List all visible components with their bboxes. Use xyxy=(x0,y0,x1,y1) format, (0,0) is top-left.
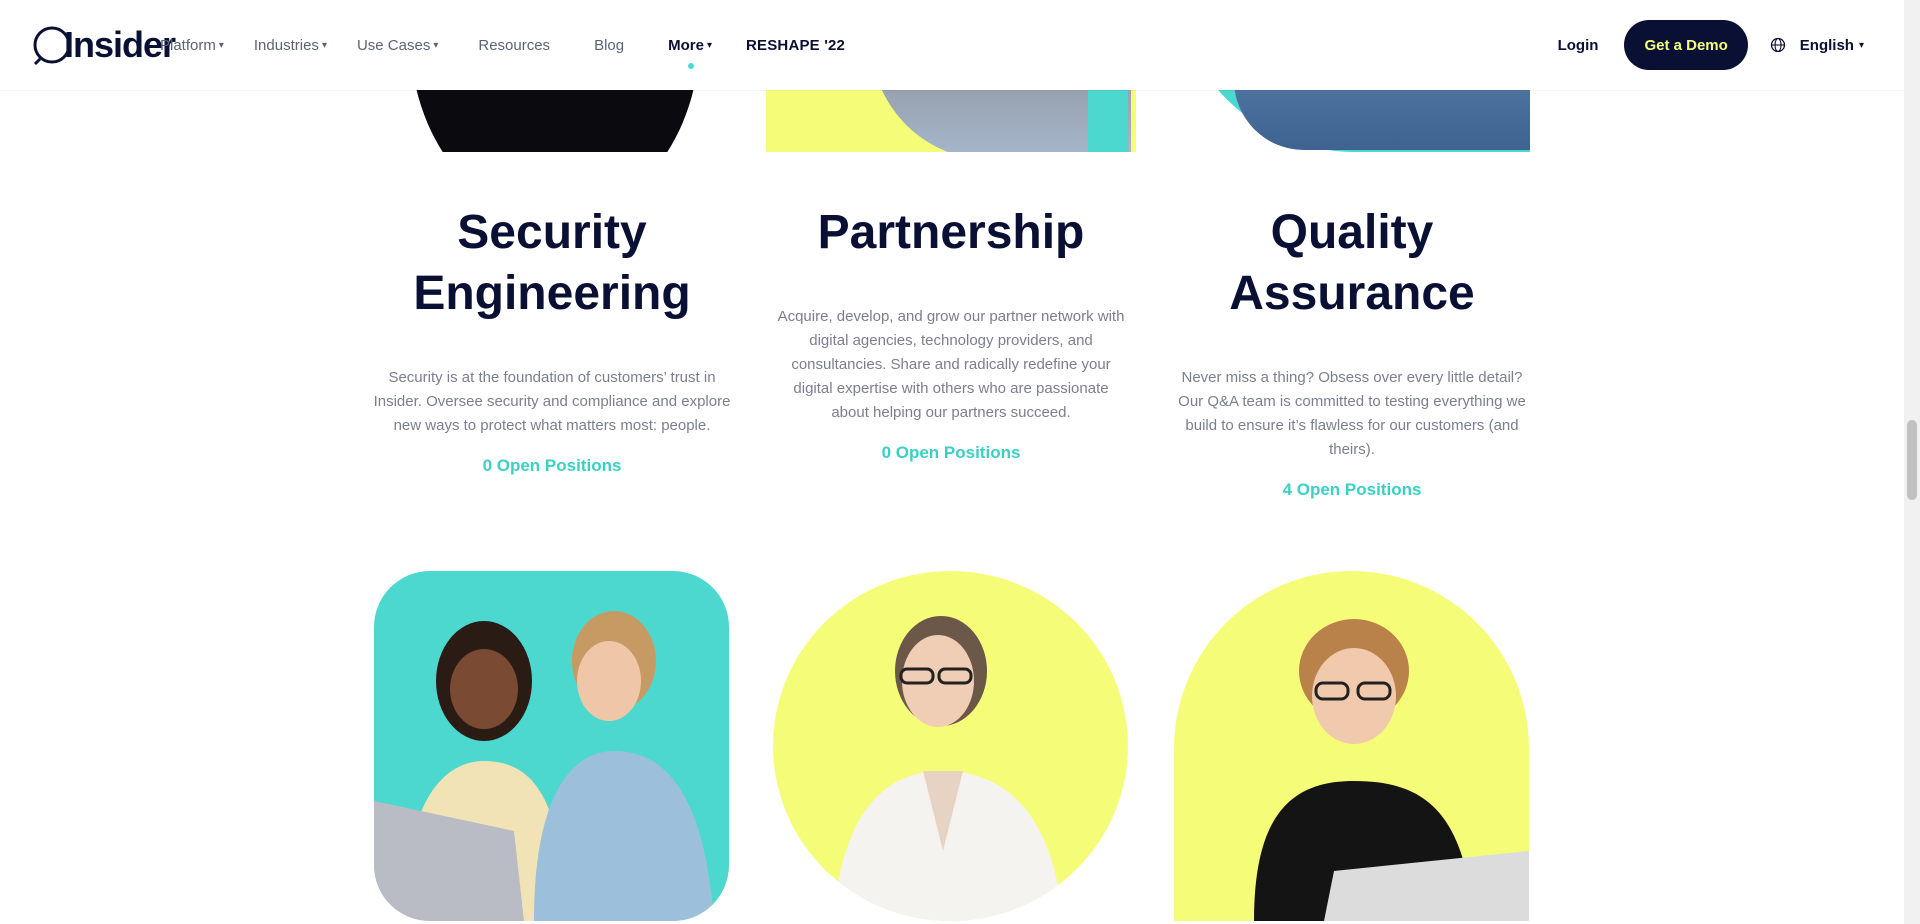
nav-platform[interactable]: Platform ▾ xyxy=(160,37,224,54)
scrollbar-thumb[interactable] xyxy=(1907,420,1917,500)
logo-text: Insider xyxy=(64,24,176,65)
card-description: Never miss a thing? Obsess over every li… xyxy=(1178,369,1526,458)
nav-industries[interactable]: Industries ▾ xyxy=(254,37,327,54)
card-title: Security Engineering xyxy=(362,202,742,324)
open-positions-link[interactable]: 4 Open Positions xyxy=(1162,480,1542,500)
nav-more[interactable]: More ▾ xyxy=(668,36,712,69)
caret-down-icon: ▾ xyxy=(321,39,327,51)
card-title: Quality Assurance xyxy=(1162,202,1542,324)
nav-industries-label: Industries xyxy=(253,36,319,54)
nav-reshape[interactable]: RESHAPE '22 xyxy=(746,37,845,54)
smiling-woman-illustration xyxy=(1254,619,1529,921)
nav-use-cases[interactable]: Use Cases ▾ xyxy=(357,37,438,54)
team-photo-two-women xyxy=(374,571,729,921)
card-description: Security is at the foundation of custome… xyxy=(373,369,731,434)
card-title-line: Security xyxy=(457,206,647,259)
card-title-line: Assurance xyxy=(1229,267,1475,320)
language-selector[interactable]: English ▾ xyxy=(1770,37,1864,54)
team-photo-woman-glasses xyxy=(773,571,1128,921)
header-actions: Login Get a Demo English ▾ xyxy=(1558,0,1864,90)
page-scrollbar[interactable] xyxy=(1904,0,1920,924)
nav-reshape-label: RESHAPE '22 xyxy=(745,36,846,54)
card-title-line: Quality xyxy=(1270,206,1434,259)
nav-resources-label: Resources xyxy=(478,36,551,54)
active-indicator-dot xyxy=(688,62,695,69)
card-title-line: Partnership xyxy=(817,206,1085,259)
nav-platform-label: Platform xyxy=(160,36,216,54)
nav-blog[interactable]: Blog xyxy=(594,37,624,54)
card-description: Acquire, develop, and grow our partner n… xyxy=(777,308,1125,421)
card-title-line: Engineering xyxy=(413,267,691,320)
globe-icon xyxy=(1770,37,1785,53)
main-nav: Platform ▾ Industries ▾ Use Cases ▾ Reso… xyxy=(160,0,875,90)
nav-use-cases-label: Use Cases xyxy=(356,36,431,54)
card-title: Partnership xyxy=(761,202,1141,263)
card-partnership: Partnership Acquire, develop, and grow o… xyxy=(761,202,1141,463)
open-positions-link[interactable]: 0 Open Positions xyxy=(761,443,1141,463)
nav-blog-label: Blog xyxy=(594,36,625,54)
site-header: Insider Platform ▾ Industries ▾ Use Case… xyxy=(0,0,1904,90)
team-photo-smiling-woman xyxy=(1174,571,1529,921)
two-women-illustration xyxy=(374,611,714,921)
nav-resources[interactable]: Resources xyxy=(478,37,550,54)
card-quality-assurance: Quality Assurance Never miss a thing? Ob… xyxy=(1162,202,1542,500)
caret-down-icon: ▾ xyxy=(433,39,439,51)
login-link[interactable]: Login xyxy=(1558,37,1599,54)
open-positions-link[interactable]: 0 Open Positions xyxy=(362,456,742,476)
woman-portrait-illustration xyxy=(833,616,1063,921)
language-label: English xyxy=(1799,36,1854,54)
nav-more-label: More xyxy=(668,36,704,54)
get-demo-button[interactable]: Get a Demo xyxy=(1624,20,1748,70)
caret-down-icon: ▾ xyxy=(1858,39,1864,51)
card-security-engineering: Security Engineering Security is at the … xyxy=(362,202,742,476)
caret-down-icon: ▾ xyxy=(218,39,224,51)
caret-down-icon: ▾ xyxy=(706,39,712,51)
